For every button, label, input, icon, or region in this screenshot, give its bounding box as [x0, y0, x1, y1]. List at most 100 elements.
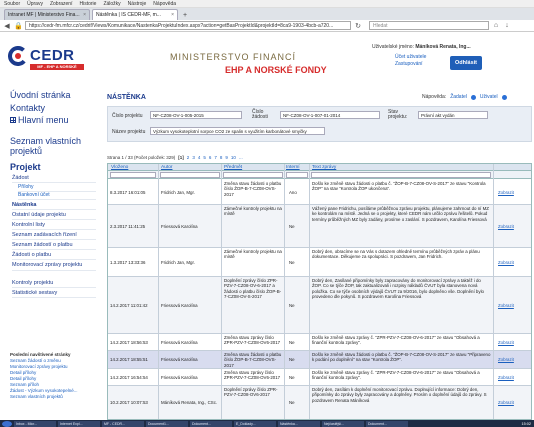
filter-subject-input[interactable] [223, 172, 283, 178]
pager-page[interactable]: 9 [225, 155, 228, 160]
help-request-link[interactable]: Žadatel [450, 94, 467, 100]
menu-history[interactable]: Historie [79, 1, 96, 7]
column-divider [221, 164, 222, 419]
contacts-link[interactable]: Zastupování [395, 61, 426, 68]
cell-date: 10.2.2017 10:07:53 [110, 400, 148, 405]
col-date[interactable]: Vloženo [111, 165, 128, 170]
reload-icon[interactable]: ↻ [354, 22, 362, 30]
new-tab-icon[interactable]: + [180, 11, 190, 20]
logout-button[interactable]: Odhlásit [450, 56, 482, 70]
column-divider [284, 164, 285, 419]
cell-subject: Zámečné kontroly projektu na místě [224, 206, 282, 217]
help-user-link[interactable]: Uživatel [480, 94, 498, 100]
taskbar-item[interactable]: Dokument... [366, 420, 408, 427]
table-filter-row [108, 171, 531, 179]
col-subject[interactable]: Předmět [224, 165, 242, 170]
cell-text: Došlo ke změně stavu zprávy č. "ZPR-PZV-… [312, 370, 480, 381]
start-button-icon[interactable] [2, 420, 12, 427]
cedr-logo-icon [8, 46, 28, 66]
table-row[interactable]: 14.2.2017 11:01:42 Friessová Karolína Dopl… [108, 277, 531, 334]
menu-help[interactable]: Nápověda [153, 1, 176, 7]
pager-page[interactable]: 5 [203, 155, 206, 160]
sidebar-project[interactable]: Projekt [10, 162, 41, 172]
sidebar-item-other[interactable]: Ostatní údaje projektu [12, 212, 96, 220]
taskbar-item[interactable]: Nástěnka... [278, 420, 320, 427]
sidebar-item-checklists[interactable]: Kontrolní listy [12, 222, 96, 230]
col-internal[interactable]: Interní [286, 165, 300, 170]
menu-view[interactable]: Zobrazení [50, 1, 73, 7]
state-field: Právní akt vydán [418, 111, 488, 119]
col-author[interactable]: Autor [161, 165, 172, 170]
taskbar-item[interactable]: Dokument... [190, 420, 232, 427]
pager-page[interactable]: 10 [231, 155, 236, 160]
help-user-icon[interactable] [501, 94, 507, 100]
sidebar-item-payments[interactable]: Žádosti o platbu [12, 252, 96, 260]
browser-tab-intranet[interactable]: Intranet MF | Ministerstvo Fina... × [4, 9, 90, 20]
pager-next[interactable]: ... [239, 155, 243, 160]
menu-edit[interactable]: Úpravy [27, 1, 43, 7]
sidebar-item-monitoring[interactable]: Monitorovací zprávy projektu [12, 262, 96, 271]
sidebar-home[interactable]: Úvodní stránka [10, 90, 71, 100]
sidebar-item-payment-list[interactable]: Seznam žádostí o platbu [12, 242, 96, 250]
pager-page[interactable]: 4 [198, 155, 201, 160]
sidebar-item-stats[interactable]: Statistické sestavy [12, 290, 96, 298]
table-row[interactable]: 14.2.2017 16:54:54 Friessová Karolína Změn… [108, 369, 531, 386]
show-detail-link[interactable]: Zobrazit [498, 400, 530, 419]
account-link[interactable]: Účet uživatele [395, 54, 426, 61]
filter-internal-select[interactable] [286, 172, 308, 178]
menu-tools[interactable]: Nástroje [128, 1, 147, 7]
cell-subject: Změna stavu žádosti o platbu číslo ŽOP-B… [224, 181, 282, 197]
sidebar-main-menu[interactable]: Hlavní menu [10, 115, 69, 125]
sidebar-item-inspections[interactable]: Kontroly projektu [12, 280, 96, 288]
sidebar-item-nastenka[interactable]: Nástěnka [12, 202, 96, 210]
menu-file[interactable]: Soubor [4, 1, 20, 7]
taskbar-item[interactable]: Inbox - Micr... [14, 420, 56, 427]
table-row[interactable]: 10.2.2017 10:07:53 Máníková Renata, Ing.,… [108, 386, 531, 419]
taskbar-item[interactable]: Internet Expl... [58, 420, 100, 427]
col-text[interactable]: Text zprávy [312, 165, 336, 170]
address-bar[interactable]: https://cedr-fm.mfcr.cz/cedrif/Views/Kom… [25, 21, 351, 30]
taskbar-clock: 15:02 [521, 421, 531, 426]
browser-tab-nastenka[interactable]: Nástěnka | IS CEDR-MF, m... × [92, 9, 178, 20]
search-input[interactable]: Hledat [369, 21, 489, 30]
sidebar-item-attachments[interactable]: Přílohy [18, 184, 96, 192]
home-icon[interactable]: ⌂ [492, 22, 500, 29]
column-divider [309, 164, 310, 419]
lock-icon: 🔒 [14, 22, 23, 30]
pager-page[interactable]: 2 [187, 155, 190, 160]
sidebar-contacts[interactable]: Kontakty [10, 103, 45, 113]
pager-page[interactable]: 7 [214, 155, 217, 160]
table-row[interactable]: 14.2.2017 18:56:53 Friessová Karolína Změn… [108, 334, 531, 351]
taskbar-item[interactable]: MF - CEDR... [102, 420, 144, 427]
close-tab-icon[interactable]: × [171, 12, 174, 18]
tab-title: Intranet MF | Ministerstvo Fina... [8, 12, 80, 18]
menu-bookmarks[interactable]: Záložky [103, 1, 120, 7]
close-tab-icon[interactable]: × [83, 12, 86, 18]
taskbar-item[interactable]: Document1... [146, 420, 188, 427]
table-row[interactable]: 1.3.2017 13:33:36 Fridrich Jan, Mgr. Zámeč… [108, 248, 531, 277]
download-icon[interactable]: ↓ [503, 22, 511, 29]
pager-page[interactable]: 8 [220, 155, 223, 160]
sidebar-own-projects[interactable]: Seznam vlastních projektů [10, 136, 96, 156]
taskbar-item[interactable]: Nejčastější... [322, 420, 364, 427]
logo-text: CEDR [30, 47, 75, 64]
cedr-logo[interactable]: CEDR MF - EHP A NORSKÉ FONDY [8, 46, 86, 84]
help-request-icon[interactable] [470, 94, 476, 100]
sidebar-item-request[interactable]: Žádost [12, 175, 96, 183]
pager-page[interactable]: 3 [192, 155, 195, 160]
main-menu-label: Hlavní menu [18, 115, 69, 125]
table-row[interactable]: 14.2.2017 18:55:51 Friessová Karolína Změn… [108, 351, 531, 369]
cell-author: Máníková Renata, Ing., CSc. [161, 400, 218, 405]
recent-link[interactable]: Seznam vlastních projektů [10, 394, 96, 400]
taskbar-item[interactable]: E_Doklady... [234, 420, 276, 427]
sidebar-item-bank[interactable]: Bankovní účet [18, 192, 96, 200]
filter-text-input[interactable] [311, 172, 491, 178]
back-icon[interactable]: ◀ [3, 22, 11, 30]
table-row[interactable]: 2.3.2017 11:41:25 Friessová Karolína Zámeč… [108, 205, 531, 248]
filter-date-input[interactable] [110, 172, 156, 178]
pager-page[interactable]: 6 [209, 155, 212, 160]
sidebar-item-tenders[interactable]: Seznam zadávacích řízení [12, 232, 96, 240]
table-row[interactable]: 8.3.2017 16:01:05 Fridrich Jan, Mgr. Změna… [108, 180, 531, 205]
filter-author-input[interactable] [160, 172, 220, 178]
cell-internal: Ne [289, 400, 295, 405]
